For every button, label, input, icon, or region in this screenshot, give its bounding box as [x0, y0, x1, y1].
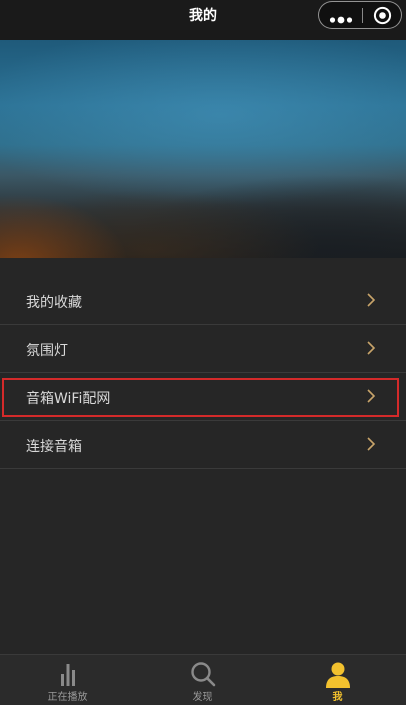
- settings-menu: 我的收藏 氛围灯 音箱WiFi配网 连接音箱: [0, 277, 406, 469]
- equalizer-bars-icon: [54, 660, 82, 688]
- tab-me[interactable]: 我: [270, 655, 405, 705]
- menu-item-label: 氛围灯: [26, 343, 68, 359]
- chevron-right-icon: [366, 436, 376, 452]
- search-icon: [189, 660, 217, 688]
- chevron-right-icon: [366, 340, 376, 356]
- chevron-right-icon: [366, 292, 376, 308]
- tab-label: 发现: [192, 692, 213, 703]
- menu-item-speaker-wifi-setup[interactable]: 音箱WiFi配网: [0, 373, 406, 421]
- profile-banner: [0, 40, 406, 258]
- chevron-right-icon: [366, 388, 376, 404]
- menu-item-label: 音箱WiFi配网: [26, 391, 111, 407]
- target-circle-icon[interactable]: [373, 6, 392, 25]
- tab-label: 正在播放: [47, 692, 88, 703]
- tab-label: 我: [332, 692, 343, 703]
- capsule-divider: [362, 8, 363, 23]
- mini-program-capsule: [318, 1, 402, 29]
- navigation-bar: 我的: [0, 0, 406, 40]
- tab-now-playing[interactable]: 正在播放: [0, 655, 135, 705]
- page: 我的 我的收藏 氛围灯 音箱WiFi配网 连接音箱 正在播放 发现 我: [0, 0, 406, 705]
- more-dots-icon[interactable]: [329, 10, 353, 24]
- menu-item-connect-speaker[interactable]: 连接音箱: [0, 421, 406, 469]
- menu-item-ambient-light[interactable]: 氛围灯: [0, 325, 406, 373]
- menu-item-label: 连接音箱: [26, 439, 82, 455]
- tab-discover[interactable]: 发现: [135, 655, 270, 705]
- menu-item-label: 我的收藏: [26, 295, 82, 311]
- user-icon: [324, 660, 352, 688]
- menu-item-favorites[interactable]: 我的收藏: [0, 277, 406, 325]
- bottom-tab-bar: 正在播放 发现 我: [0, 654, 406, 705]
